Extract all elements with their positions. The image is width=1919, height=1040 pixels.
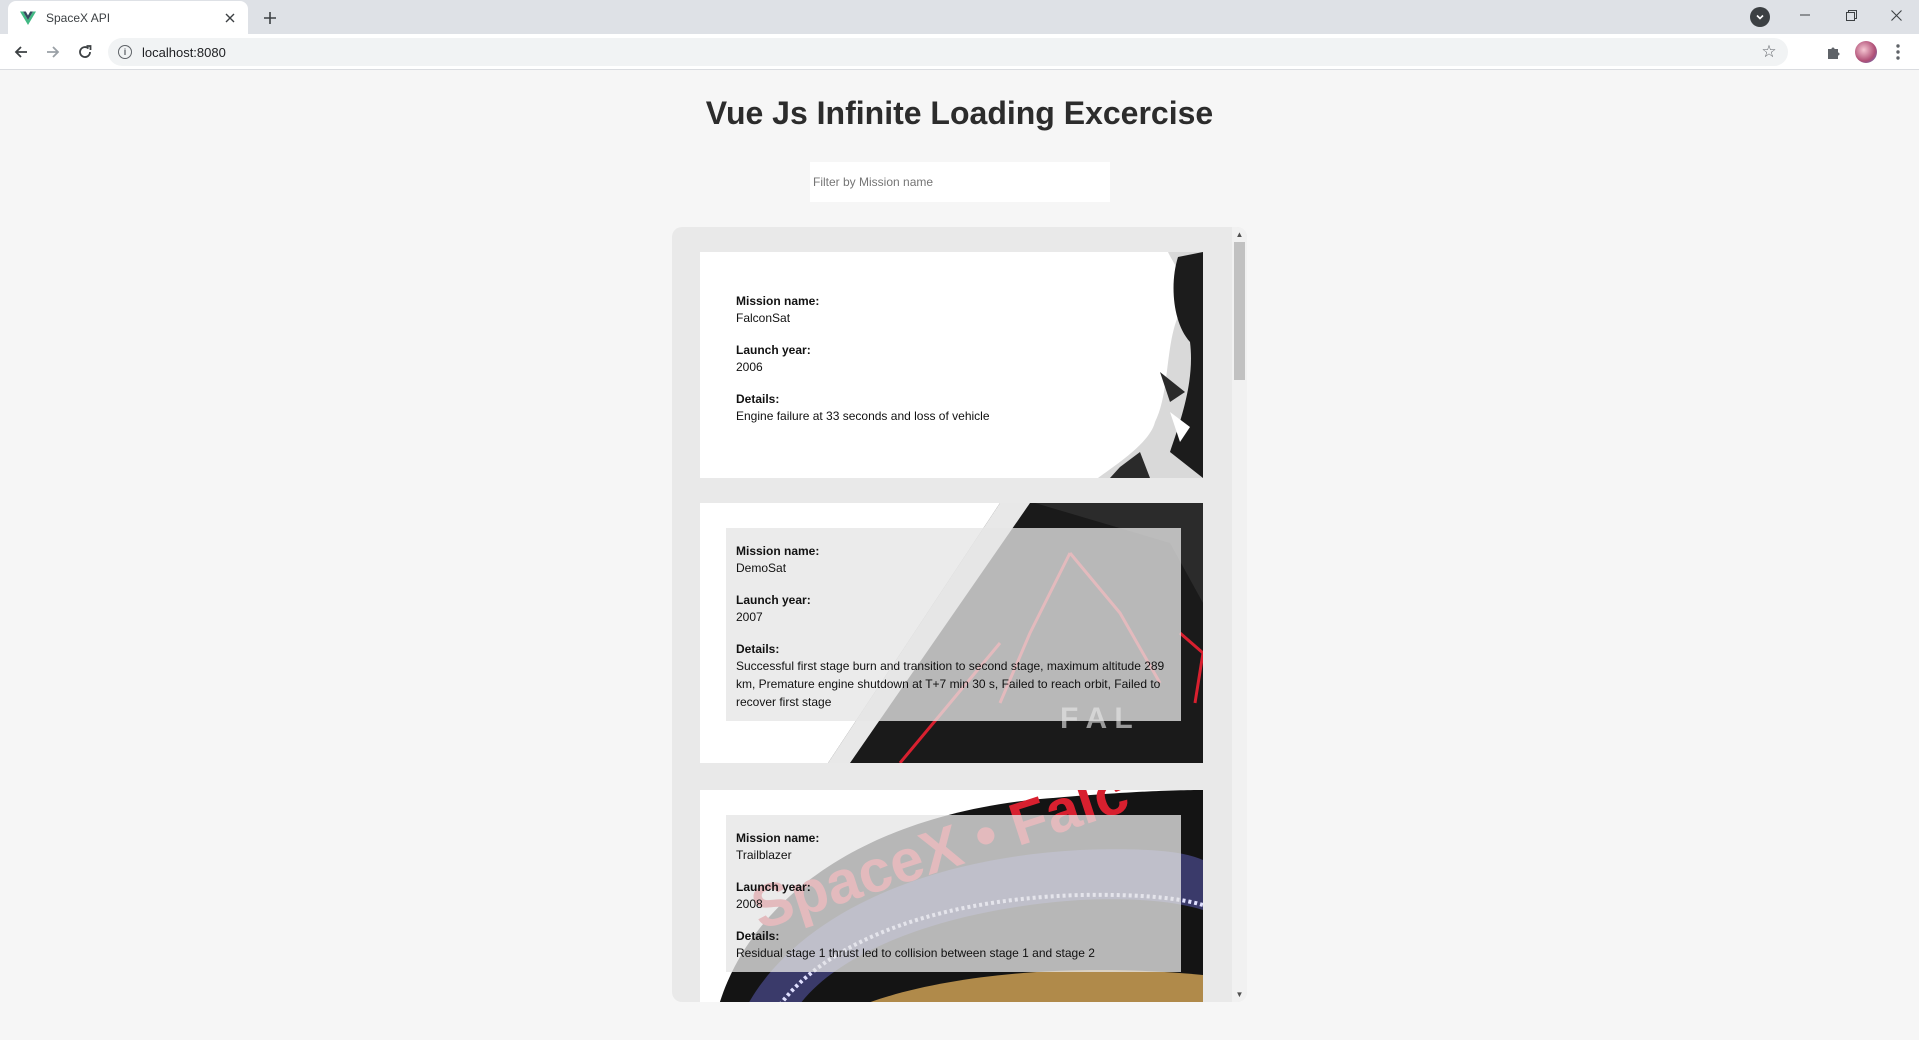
launch-year-value: 2008 bbox=[736, 897, 763, 911]
more-vert-icon bbox=[1896, 44, 1900, 60]
new-tab-button[interactable] bbox=[258, 6, 282, 30]
browser-tab[interactable]: SpaceX API bbox=[8, 1, 248, 34]
vue-logo-icon bbox=[20, 11, 36, 25]
mission-filter-input[interactable] bbox=[810, 162, 1110, 202]
mission-name-label: Mission name: bbox=[736, 544, 820, 558]
details-value: Residual stage 1 thrust led to collision… bbox=[736, 946, 1095, 960]
restore-button[interactable] bbox=[1828, 0, 1874, 30]
tab-search-button[interactable] bbox=[1750, 7, 1770, 27]
plus-icon bbox=[264, 12, 276, 24]
mission-name-value: FalconSat bbox=[736, 311, 791, 325]
extensions-button[interactable] bbox=[1822, 40, 1846, 64]
launch-year-label: Launch year: bbox=[736, 880, 811, 894]
avatar bbox=[1855, 41, 1877, 63]
close-window-button[interactable] bbox=[1873, 0, 1919, 30]
details-label: Details: bbox=[736, 392, 780, 406]
reload-button[interactable] bbox=[73, 40, 97, 64]
menu-button[interactable] bbox=[1886, 40, 1910, 64]
mission-name-label: Mission name: bbox=[736, 831, 820, 845]
close-icon bbox=[1890, 9, 1902, 21]
details-label: Details: bbox=[736, 642, 780, 656]
launch-info: Mission name: Trailblazer Launch year: 2… bbox=[726, 815, 1181, 972]
chevron-down-icon bbox=[1756, 14, 1764, 20]
browser-toolbar: i localhost:8080 ☆ bbox=[0, 34, 1919, 70]
launch-list-panel: Mission name: FalconSat Launch year: 200… bbox=[672, 227, 1247, 1002]
page-title: Vue Js Infinite Loading Excercise bbox=[705, 95, 1214, 131]
launch-info: Mission name: FalconSat Launch year: 200… bbox=[726, 278, 1181, 435]
puzzle-icon bbox=[1828, 47, 1840, 59]
mission-name-value: Trailblazer bbox=[736, 848, 792, 862]
arrow-left-icon bbox=[14, 46, 27, 58]
mission-name-label: Mission name: bbox=[736, 294, 820, 308]
launch-year-label: Launch year: bbox=[736, 593, 811, 607]
page-content: Vue Js Infinite Loading Excercise Missio… bbox=[0, 71, 1919, 1040]
url-text: localhost:8080 bbox=[142, 44, 226, 60]
site-info-icon[interactable]: i bbox=[118, 45, 132, 59]
tab-title: SpaceX API bbox=[46, 10, 111, 25]
mission-name-value: DemoSat bbox=[736, 561, 787, 575]
back-button[interactable] bbox=[9, 40, 33, 64]
launch-list[interactable]: Mission name: FalconSat Launch year: 200… bbox=[672, 227, 1232, 1002]
scroll-down-arrow-icon[interactable]: ▼ bbox=[1232, 987, 1247, 1002]
launch-info: Mission name: DemoSat Launch year: 2007 … bbox=[726, 528, 1181, 721]
details-value: Engine failure at 33 seconds and loss of… bbox=[736, 409, 990, 423]
launch-card: Mission name: FalconSat Launch year: 200… bbox=[700, 252, 1203, 478]
minimize-icon bbox=[1800, 14, 1810, 16]
scroll-up-arrow-icon[interactable]: ▲ bbox=[1232, 227, 1247, 242]
launch-card: F A L Mission name: DemoSat Launch year:… bbox=[700, 503, 1203, 763]
forward-button[interactable] bbox=[41, 40, 65, 64]
minimize-button[interactable] bbox=[1782, 0, 1828, 30]
address-bar[interactable]: i localhost:8080 ☆ bbox=[108, 38, 1788, 66]
arrow-right-icon bbox=[47, 46, 60, 58]
browser-tabstrip: SpaceX API bbox=[0, 0, 1919, 34]
bookmark-star-icon[interactable]: ☆ bbox=[1760, 43, 1778, 61]
restore-icon bbox=[1845, 9, 1857, 21]
scrollbar-thumb[interactable] bbox=[1234, 242, 1245, 380]
launch-year-label: Launch year: bbox=[736, 343, 811, 357]
launch-year-value: 2006 bbox=[736, 360, 763, 374]
launch-card: SpaceX • Falc Mission name: Trailblazer … bbox=[700, 790, 1203, 1002]
details-label: Details: bbox=[736, 929, 780, 943]
reload-icon bbox=[79, 45, 92, 58]
launch-year-value: 2007 bbox=[736, 610, 763, 624]
tab-close-icon[interactable] bbox=[220, 8, 240, 28]
details-value: Successful first stage burn and transiti… bbox=[736, 659, 1165, 709]
profile-button[interactable] bbox=[1854, 40, 1878, 64]
list-scrollbar[interactable]: ▲ ▼ bbox=[1232, 227, 1247, 1002]
